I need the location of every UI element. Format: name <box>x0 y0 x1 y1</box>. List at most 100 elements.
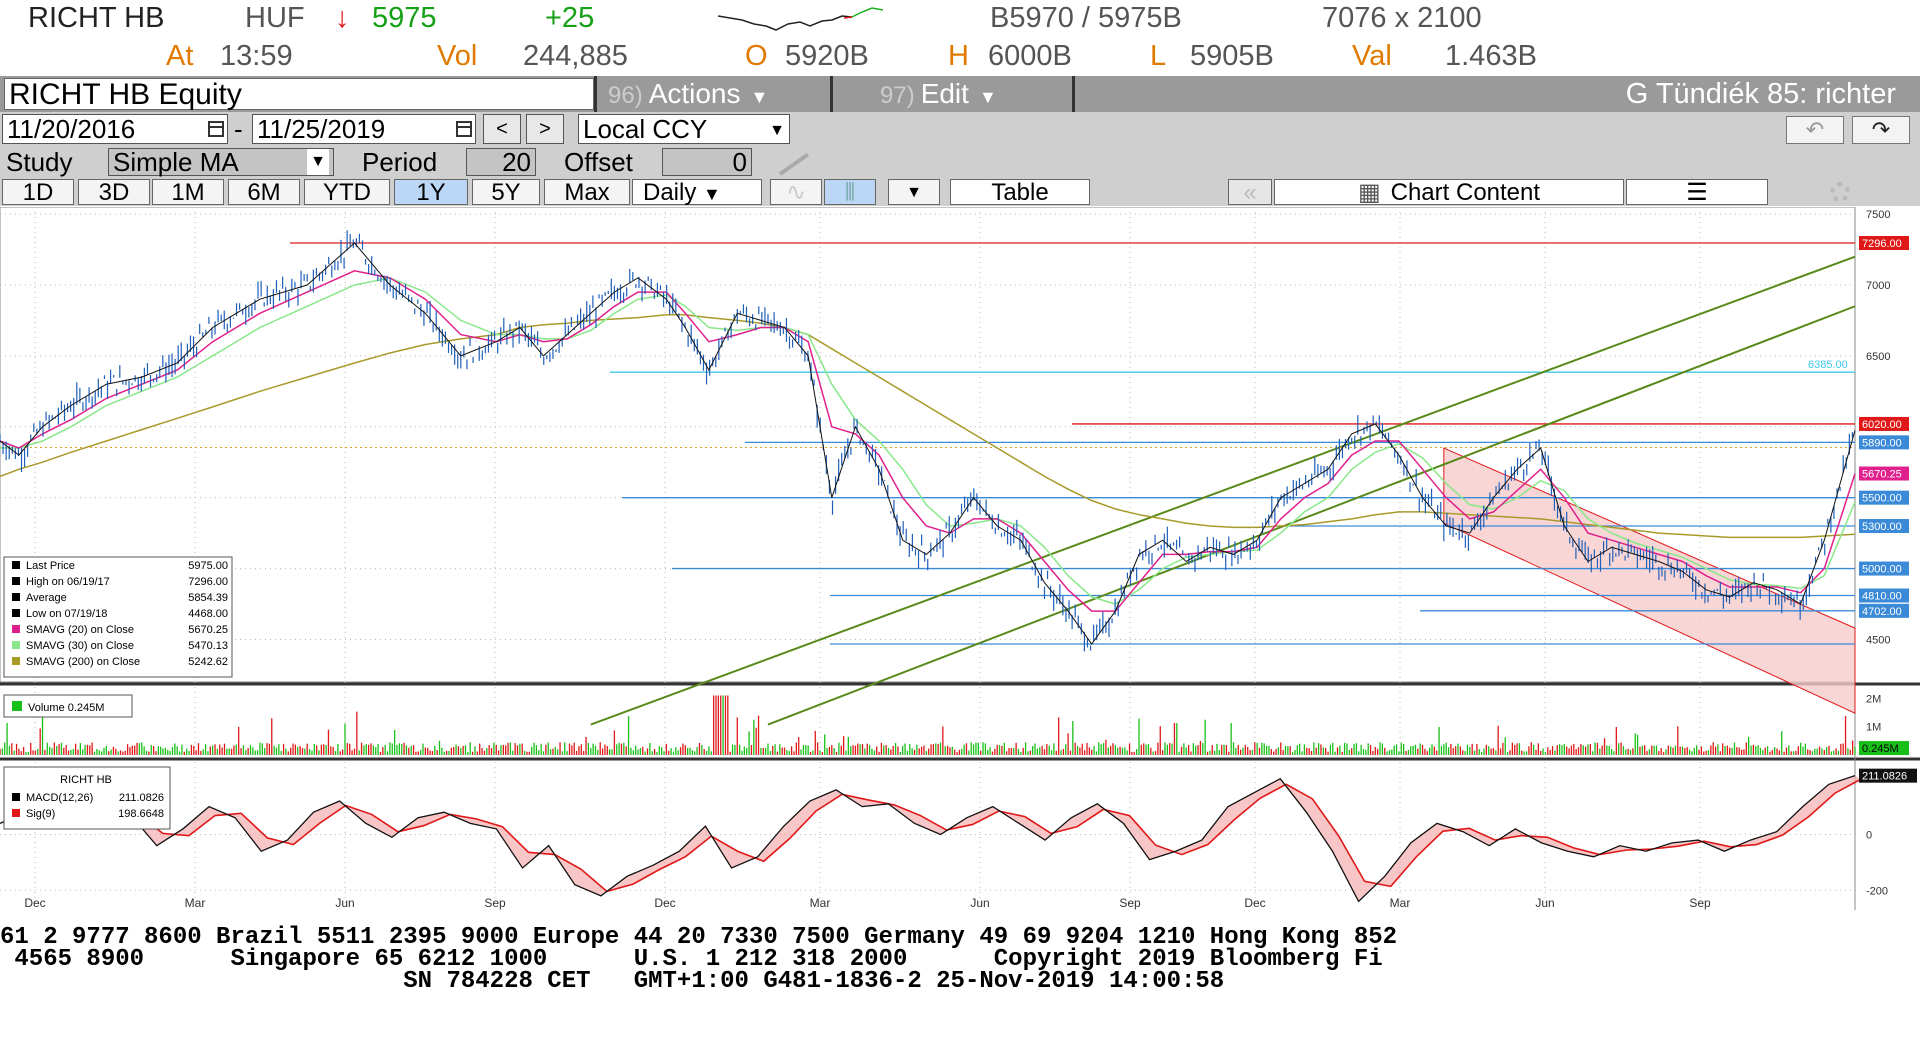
low-label: L <box>1150 40 1167 72</box>
edit-menu[interactable]: 97) Edit ▼ <box>870 76 1070 112</box>
period-button-ytd[interactable]: YTD <box>304 179 390 205</box>
low-value: 5905B <box>1190 40 1274 72</box>
period-button-6m[interactable]: 6M <box>228 179 300 205</box>
redo-button[interactable]: ↷ <box>1852 116 1910 144</box>
chart-type-dropdown[interactable]: ▼ <box>888 179 940 205</box>
frequency-select[interactable]: Daily ▼ <box>632 179 762 205</box>
price-chart[interactable]: DecMarJunSepDecMarJunSepDecMarJunSep2016… <box>0 207 1920 910</box>
date-dash: - <box>234 114 243 144</box>
legend-value: 5854.39 <box>188 592 228 604</box>
caret-down-icon: ▼ <box>750 87 769 107</box>
x-tick-label: Dec <box>1244 896 1265 910</box>
legend-label: SMAVG (200) on Close <box>26 656 140 668</box>
end-date-field[interactable]: 11/25/2019 <box>252 114 476 144</box>
period-button-1m[interactable]: 1M <box>152 179 224 205</box>
calendar-icon[interactable] <box>208 121 224 137</box>
volume-value: 244,885 <box>523 40 628 72</box>
legend-value: 5242.62 <box>188 656 228 668</box>
table-button[interactable]: Table <box>950 179 1090 205</box>
volume-tick-label: 2M <box>1866 693 1881 705</box>
legend-label: SMAVG (20) on Close <box>26 624 134 636</box>
x-tick-label: Jun <box>970 896 989 910</box>
period-button-max[interactable]: Max <box>544 179 630 205</box>
x-tick-label: Sep <box>1689 896 1711 910</box>
legend-swatch <box>12 641 20 649</box>
caret-down-icon: ▼ <box>703 184 721 204</box>
price-change: +25 <box>545 2 595 34</box>
x-tick-label: Sep <box>484 896 506 910</box>
period-label: Period <box>362 147 438 177</box>
pen-icon[interactable] <box>778 152 809 176</box>
end-date-value: 11/25/2019 <box>257 114 386 144</box>
line-chart-icon[interactable]: ∿ <box>770 179 822 205</box>
legend-label: MACD(12,26) <box>26 792 93 804</box>
last-price: 5975 <box>372 2 437 34</box>
x-tick-label: Mar <box>185 896 206 910</box>
volume-badge-label: 0.245M <box>1862 743 1899 755</box>
calendar-icon[interactable] <box>456 121 472 137</box>
y-tick-label: 7500 <box>1866 209 1890 221</box>
offset-label: Offset <box>564 147 633 177</box>
macd-badge-label: 211.0826 <box>1862 771 1907 783</box>
y-tick-label: 6500 <box>1866 351 1890 363</box>
level-label: 4702.00 <box>1862 606 1902 618</box>
x-tick-label: Mar <box>1390 896 1411 910</box>
legend-value: 211.0826 <box>119 792 164 804</box>
legend-value: 7296.00 <box>188 576 228 588</box>
sma-badge-label: 5670.25 <box>1862 469 1902 481</box>
study-row: Study Simple MA ▼ Period 20 Offset 0 <box>0 146 1920 178</box>
actions-menu[interactable]: 96) Actions ▼ <box>598 76 830 112</box>
offset-input[interactable]: 0 <box>662 148 752 176</box>
currency-select[interactable]: Local CCY ▼ <box>578 114 790 144</box>
quote-time: 13:59 <box>220 40 293 72</box>
gear-icon[interactable] <box>1830 182 1850 202</box>
macd-tick-label: -200 <box>1866 885 1888 897</box>
start-date-field[interactable]: 11/20/2016 <box>2 114 228 144</box>
caret-down-icon: ▼ <box>978 87 997 107</box>
prev-range-button[interactable]: < <box>483 114 521 144</box>
x-tick-label: Jun <box>1535 896 1554 910</box>
y-tick-label: 7000 <box>1866 280 1890 292</box>
bar-chart-icon[interactable]: ⫴ <box>824 179 876 205</box>
level-label: 5000.00 <box>1862 564 1902 576</box>
period-button-5y[interactable]: 5Y <box>472 179 540 205</box>
title-separator <box>830 76 833 112</box>
security-title[interactable]: RICHT HB Equity <box>4 78 594 111</box>
at-label: At <box>166 40 194 72</box>
title-separator <box>594 76 597 112</box>
legend-label: SMAVG (30) on Close <box>26 640 134 652</box>
date-row: 11/20/2016 - 11/25/2019 < > Local CCY ▼ … <box>0 112 1920 146</box>
ticker[interactable]: RICHT HB <box>28 2 164 35</box>
legend-settings-icon[interactable]: ☰ <box>1626 179 1768 205</box>
volume-tick-label: 1M <box>1866 722 1881 734</box>
legend-label: Average <box>26 592 67 604</box>
currency: HUF <box>245 2 305 34</box>
period-button-1d[interactable]: 1D <box>2 179 74 205</box>
quote-line-2: At 13:59 Vol 244,885 O 5920B H 6000B L 5… <box>0 38 1920 110</box>
period-input[interactable]: 20 <box>466 148 536 176</box>
period-button-1y[interactable]: 1Y <box>394 179 468 205</box>
legend-label: Last Price <box>26 560 75 572</box>
bid-ask: B5970 / 5975B <box>990 2 1182 34</box>
sparkline <box>718 7 883 31</box>
vol-label: Vol <box>437 40 478 72</box>
level-label: 7296.00 <box>1862 238 1902 250</box>
start-date-value: 11/20/2016 <box>7 114 136 144</box>
actions-number: 96) <box>608 82 643 109</box>
legend-value: 4468.00 <box>188 608 228 620</box>
legend-swatch <box>12 701 22 711</box>
level-label: 6385.00 <box>1808 359 1848 371</box>
study-select[interactable]: Simple MA ▼ <box>108 148 334 176</box>
actions-label: Actions <box>648 78 741 109</box>
chart-content-button[interactable]: ▦ Chart Content <box>1274 179 1624 205</box>
legend-swatch <box>12 561 20 569</box>
undo-button[interactable]: ↶ <box>1786 116 1844 144</box>
chart-content-icon: ▦ <box>1357 179 1381 206</box>
edit-number: 97) <box>880 82 915 109</box>
legend-swatch <box>12 625 20 633</box>
collapse-icon[interactable]: « <box>1228 179 1272 205</box>
next-range-button[interactable]: > <box>526 114 564 144</box>
legend-swatch <box>12 609 20 617</box>
legend-swatch <box>12 577 20 585</box>
period-button-3d[interactable]: 3D <box>78 179 150 205</box>
